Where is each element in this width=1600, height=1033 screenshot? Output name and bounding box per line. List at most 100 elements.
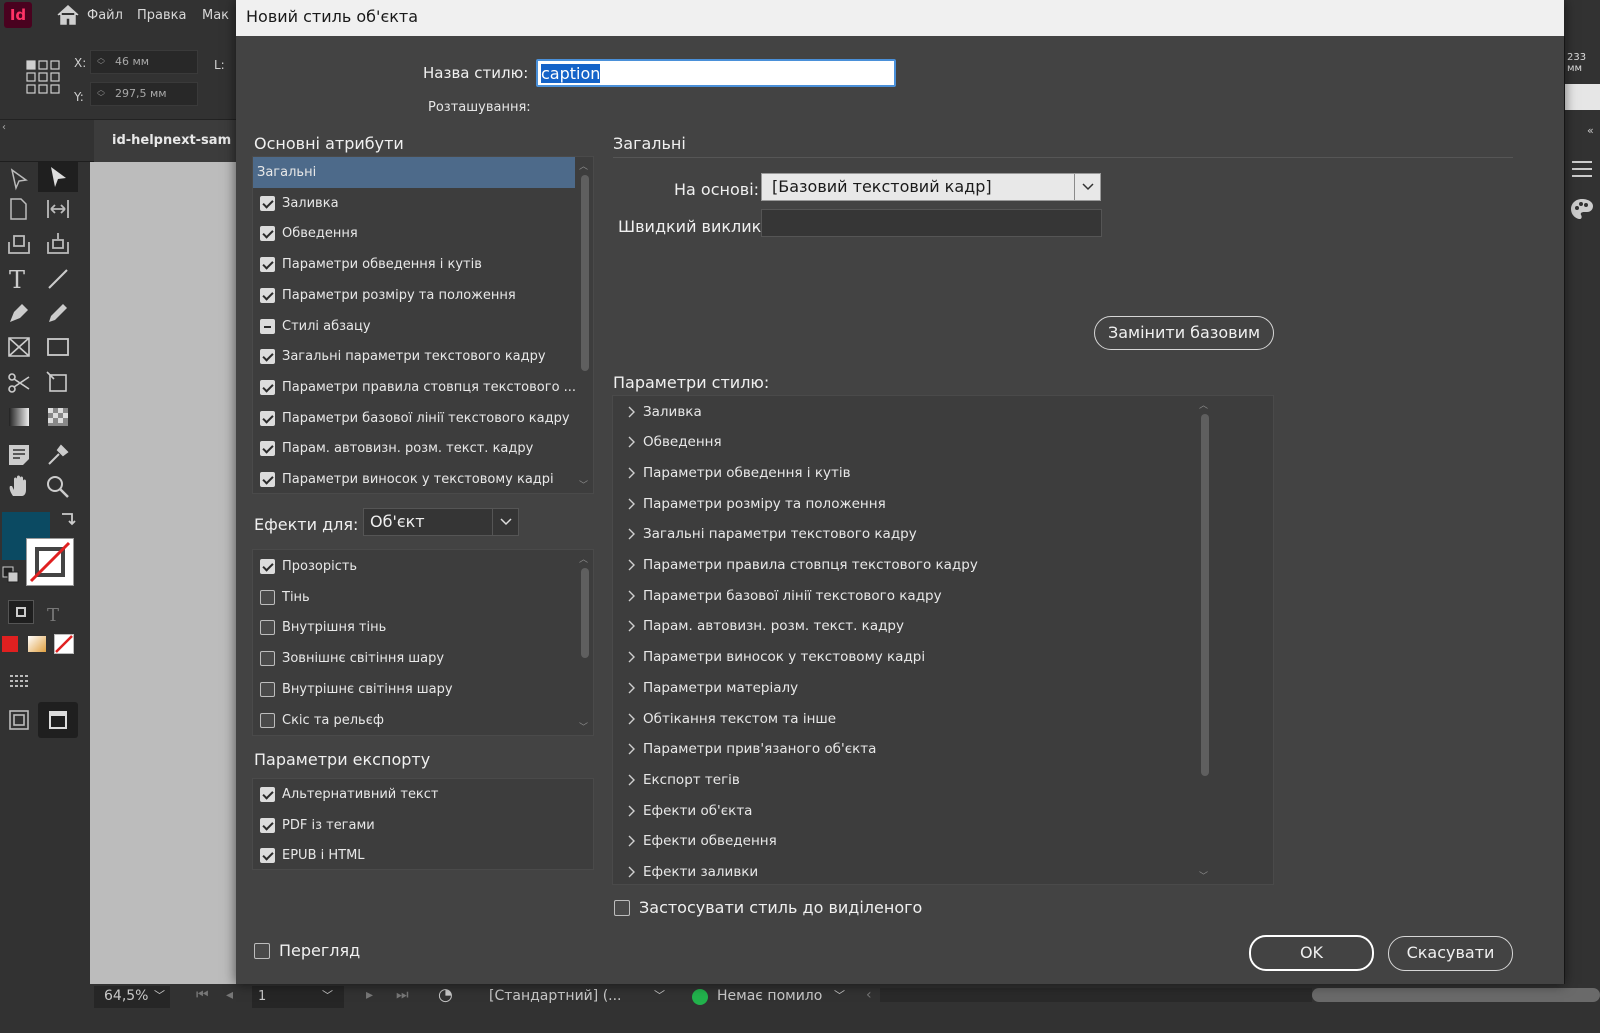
reset-to-base-button[interactable]: Замінити базовим: [1094, 316, 1274, 350]
attribute-checkbox[interactable]: [260, 410, 275, 426]
attribute-checkbox[interactable]: [260, 817, 275, 833]
list-item[interactable]: Внутрішня тінь: [253, 612, 575, 643]
list-item[interactable]: Прозорість: [253, 551, 575, 582]
gap-tool-icon[interactable]: [45, 196, 71, 222]
selection-tool-icon[interactable]: [45, 164, 71, 190]
chevron-right-icon[interactable]: [625, 619, 639, 633]
effects-for-dropdown[interactable]: Об'єкт: [363, 508, 519, 536]
attribute-checkbox[interactable]: [260, 681, 275, 697]
chevron-right-icon[interactable]: [625, 773, 639, 787]
attribute-checkbox[interactable]: [260, 787, 275, 802]
chevron-right-icon[interactable]: [625, 681, 639, 695]
horizontal-scroll-track[interactable]: [880, 988, 1312, 1002]
x-field[interactable]: ︿ ﹀ 46 мм: [90, 50, 198, 74]
tree-item[interactable]: Ефекти об'єкта: [613, 795, 1193, 826]
page-style-dropdown-icon[interactable]: ﹀: [654, 987, 665, 1003]
scroll-up-icon[interactable]: ︿: [579, 552, 588, 565]
list-item[interactable]: Зовнішнє світіння шару: [253, 643, 575, 674]
vertical-scrollbar[interactable]: ︿ ﹀: [1197, 396, 1211, 884]
attribute-checkbox[interactable]: [260, 589, 275, 605]
attribute-checkbox[interactable]: [260, 195, 275, 211]
document-tab[interactable]: id-helpnext-sam: [94, 120, 236, 162]
tree-item[interactable]: Обтікання текстом та інше: [613, 703, 1193, 734]
line-tool-icon[interactable]: [45, 266, 71, 292]
last-page-icon[interactable]: ⏭: [396, 987, 409, 1003]
direct-selection-tool-icon[interactable]: [6, 166, 32, 192]
y-field[interactable]: ︿ ﹀ 297,5 мм: [90, 82, 198, 106]
attribute-checkbox[interactable]: [260, 287, 275, 303]
apply-color-button[interactable]: [2, 636, 18, 652]
chevron-right-icon[interactable]: [625, 650, 639, 664]
scroll-up-icon[interactable]: ︿: [579, 159, 588, 172]
chevron-right-icon[interactable]: [625, 834, 639, 848]
scroll-down-icon[interactable]: ﹀: [579, 720, 588, 733]
attribute-checkbox[interactable]: [260, 349, 275, 365]
vertical-scrollbar[interactable]: ︿ ﹀: [577, 550, 591, 735]
menu-edit[interactable]: Правка: [137, 8, 186, 23]
normal-mode-icon[interactable]: [6, 707, 32, 733]
attribute-checkbox[interactable]: [260, 379, 275, 395]
effects-for-dropdown-button[interactable]: [492, 509, 518, 535]
based-on-dropdown[interactable]: [Базовий текстовий кадр]: [761, 173, 1101, 201]
color-theme-icon[interactable]: [1569, 196, 1595, 222]
expand-panels-icon[interactable]: «: [1587, 124, 1594, 137]
swap-fill-stroke-icon[interactable]: [58, 510, 78, 530]
tree-item[interactable]: Параметри розміру та положення: [613, 488, 1193, 519]
scroll-thumb[interactable]: [1201, 414, 1209, 776]
list-item[interactable]: EPUB і HTML: [253, 840, 593, 869]
apply-none-button[interactable]: [54, 634, 74, 654]
horizontal-scroll-thumb[interactable]: [1312, 988, 1600, 1002]
scroll-down-icon[interactable]: ﹀: [579, 478, 588, 491]
y-spinner[interactable]: ︿ ﹀: [97, 86, 105, 102]
tree-item[interactable]: Заливка: [613, 396, 1193, 427]
dialog-titlebar[interactable]: Новий стиль об'єкта: [236, 0, 1564, 36]
attribute-checkbox[interactable]: [260, 620, 275, 636]
list-item[interactable]: Параметри обведення і кутів: [253, 249, 575, 280]
tree-item[interactable]: Загальні параметри текстового кадру: [613, 519, 1193, 550]
scroll-left-icon[interactable]: ‹: [866, 987, 872, 1003]
scissors-tool-icon[interactable]: [6, 370, 32, 396]
gradient-feather-tool-icon[interactable]: [45, 404, 71, 430]
next-page-icon[interactable]: ▸: [366, 987, 373, 1003]
x-spinner[interactable]: ︿ ﹀: [97, 54, 105, 70]
rectangle-tool-icon[interactable]: [45, 334, 71, 360]
document-canvas[interactable]: [90, 162, 236, 984]
rectangle-frame-tool-icon[interactable]: [6, 334, 32, 360]
screen-mode-button[interactable]: [38, 702, 78, 738]
vertical-scrollbar[interactable]: ︿ ﹀: [577, 157, 591, 493]
chevron-right-icon[interactable]: [625, 558, 639, 572]
list-item[interactable]: Загальні параметри текстового кадру: [253, 341, 575, 372]
page-style-value[interactable]: [Стандартний] (...: [489, 988, 622, 1004]
right-panel-field[interactable]: [1565, 84, 1600, 110]
scroll-up-icon[interactable]: ︿: [1199, 398, 1208, 411]
list-item[interactable]: Скіс та рельєф: [253, 705, 575, 736]
stroke-swatch[interactable]: [26, 538, 74, 586]
collapse-icon[interactable]: ‹: [2, 122, 6, 133]
attribute-checkbox[interactable]: [260, 257, 275, 273]
chevron-right-icon[interactable]: [625, 497, 639, 511]
shortcut-input[interactable]: [761, 209, 1102, 237]
style-name-input[interactable]: [536, 59, 896, 87]
pen-tool-icon[interactable]: [6, 300, 32, 326]
home-icon[interactable]: [56, 4, 80, 26]
pencil-tool-icon[interactable]: [45, 300, 71, 326]
gradient-swatch-tool-icon[interactable]: [6, 404, 32, 430]
list-item[interactable]: Параметри розміру та положення: [253, 280, 575, 311]
scroll-down-icon[interactable]: ﹀: [1199, 869, 1208, 882]
tree-item[interactable]: Параметри виносок у текстовому кадрі: [613, 642, 1193, 673]
preview-checkbox[interactable]: [254, 942, 270, 959]
chevron-right-icon[interactable]: [625, 405, 639, 419]
tree-item[interactable]: Обведення: [613, 427, 1193, 458]
zoom-tool-icon[interactable]: [45, 474, 71, 500]
tree-item[interactable]: Експорт тегів: [613, 764, 1193, 795]
attribute-checkbox[interactable]: [260, 848, 275, 864]
based-on-dropdown-button[interactable]: [1074, 174, 1100, 200]
panel-menu-icon[interactable]: [1569, 156, 1595, 182]
free-transform-tool-icon[interactable]: [45, 370, 71, 396]
apply-to-selection-checkbox[interactable]: [614, 899, 630, 916]
attribute-checkbox[interactable]: [260, 441, 275, 457]
list-item[interactable]: Альтернативний текст: [253, 779, 593, 810]
attribute-checkbox[interactable]: [260, 651, 275, 667]
list-item[interactable]: Тінь: [253, 582, 575, 613]
list-item[interactable]: Параметри базової лінії текстового кадру: [253, 403, 575, 434]
